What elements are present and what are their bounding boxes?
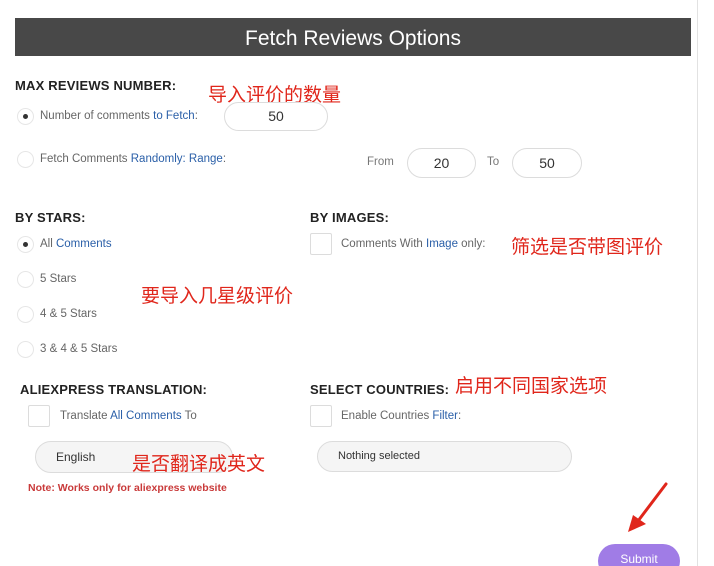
range-to-input[interactable]: 50 xyxy=(512,148,582,178)
annotation-translation: 是否翻译成英文 xyxy=(132,454,266,475)
all-comments-label: All Comments xyxy=(40,238,112,250)
range-to-label: To xyxy=(487,156,500,168)
panel-edge xyxy=(697,0,698,566)
annotation-countries: 启用不同国家选项 xyxy=(455,376,608,397)
select-countries-label: SELECT COUNTRIES: xyxy=(310,382,450,397)
aliexpress-note: Note: Works only for aliexpress website xyxy=(28,482,227,494)
range-from-input[interactable]: 20 xyxy=(407,148,476,178)
random-range-label: Fetch Comments Randomly: Range: xyxy=(40,153,227,165)
radio-all-comments[interactable] xyxy=(17,236,34,253)
max-reviews-label: MAX REVIEWS NUMBER: xyxy=(15,78,177,93)
radio-random-range[interactable] xyxy=(17,151,34,168)
three-four-five-stars-label: 3 & 4 & 5 Stars xyxy=(40,343,118,355)
five-stars-label: 5 Stars xyxy=(40,273,77,285)
radio-3-4-5-stars[interactable] xyxy=(17,341,34,358)
comments-with-image-label: Comments With Image only: xyxy=(341,238,486,250)
countries-select[interactable]: Nothing selected xyxy=(317,441,572,472)
translate-comments-checkbox[interactable] xyxy=(28,405,50,427)
annotation-arrow-icon xyxy=(628,482,668,532)
annotation-images: 筛选是否带图评价 xyxy=(511,237,664,258)
page-header: Fetch Reviews Options xyxy=(15,18,691,56)
translate-comments-label: Translate All Comments To xyxy=(60,410,197,422)
enable-countries-checkbox[interactable] xyxy=(310,405,332,427)
page-title: Fetch Reviews Options xyxy=(245,27,461,50)
submit-label: Submit xyxy=(620,552,658,566)
translation-label: ALIEXPRESS TRANSLATION: xyxy=(20,382,208,397)
comments-with-image-checkbox[interactable] xyxy=(310,233,332,255)
radio-number-of-comments[interactable] xyxy=(17,108,34,125)
radio-4-5-stars[interactable] xyxy=(17,306,34,323)
enable-countries-label: Enable Countries Filter: xyxy=(341,410,462,422)
range-from-label: From xyxy=(367,156,394,168)
by-stars-label: BY STARS: xyxy=(15,210,86,225)
radio-5-stars[interactable] xyxy=(17,271,34,288)
submit-button[interactable]: Submit xyxy=(598,544,680,566)
by-images-label: BY IMAGES: xyxy=(310,210,390,225)
number-of-comments-label: Number of comments to Fetch: xyxy=(40,110,198,122)
comments-count-input[interactable]: 50 xyxy=(224,102,328,131)
annotation-stars: 要导入几星级评价 xyxy=(141,286,294,307)
four-five-stars-label: 4 & 5 Stars xyxy=(40,308,97,320)
